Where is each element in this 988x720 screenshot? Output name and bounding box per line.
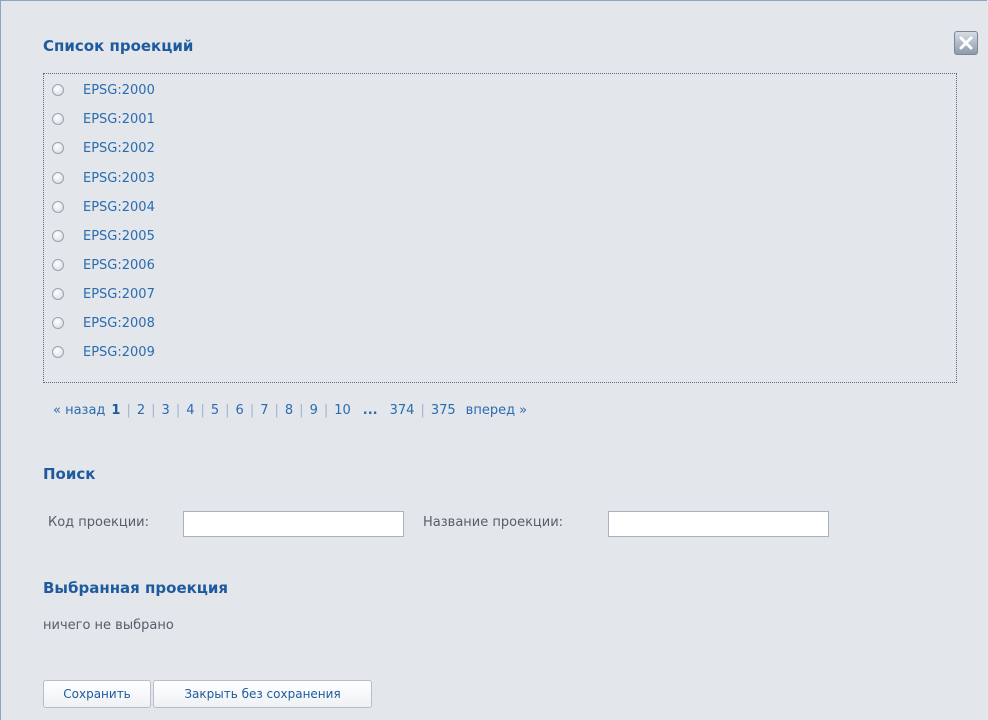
radio-button[interactable]	[52, 346, 64, 358]
page-link[interactable]: 5	[205, 403, 225, 418]
page-link[interactable]: 3	[156, 403, 176, 418]
selected-projection-title: Выбранная проекция	[43, 579, 229, 597]
radio-button[interactable]	[52, 230, 64, 242]
name-field[interactable]	[608, 511, 829, 537]
close-without-save-button[interactable]: Закрыть без сохранения	[153, 680, 372, 708]
list-item-label[interactable]: EPSG:2002	[83, 141, 155, 156]
close-icon	[959, 36, 973, 50]
page-link[interactable]: 10	[328, 403, 357, 418]
search-title: Поиск	[43, 465, 96, 483]
next-page-link[interactable]: вперед »	[462, 403, 527, 418]
prev-page-link[interactable]: « назад	[53, 403, 105, 418]
page-link[interactable]: 374	[384, 403, 421, 418]
list-item-label[interactable]: EPSG:2005	[83, 229, 155, 244]
code-field[interactable]	[183, 511, 404, 537]
list-item-label[interactable]: EPSG:2009	[83, 345, 155, 360]
pagination: « назад 1 | 2 | 3 | 4 | 5 | 6 | 7 | 8 | …	[53, 400, 527, 420]
radio-button[interactable]	[52, 259, 64, 271]
list-item[interactable]: EPSG:2002	[52, 137, 155, 159]
list-item-label[interactable]: EPSG:2001	[83, 112, 155, 127]
page-link[interactable]: 7	[254, 403, 274, 418]
projection-list-title: Список проекций	[43, 37, 194, 55]
list-item-label[interactable]: EPSG:2003	[83, 171, 155, 186]
page-link-current: 1	[111, 402, 121, 418]
list-item[interactable]: EPSG:2007	[52, 283, 155, 305]
projection-dialog: Список проекций EPSG:2000 EPSG:2001 EPSG…	[0, 0, 987, 720]
list-item[interactable]: EPSG:2003	[52, 167, 155, 189]
page-link[interactable]: 2	[131, 403, 151, 418]
radio-button[interactable]	[52, 172, 64, 184]
projection-list: EPSG:2000 EPSG:2001 EPSG:2002 EPSG:2003 …	[43, 73, 957, 383]
list-item[interactable]: EPSG:2001	[52, 108, 155, 130]
page-link[interactable]: 375	[425, 403, 462, 418]
list-item-label[interactable]: EPSG:2004	[83, 200, 155, 215]
list-item-label[interactable]: EPSG:2007	[83, 287, 155, 302]
name-field-label: Название проекции:	[423, 515, 564, 530]
radio-button[interactable]	[52, 84, 64, 96]
close-button[interactable]	[954, 31, 978, 55]
list-item[interactable]: EPSG:2006	[52, 254, 155, 276]
radio-button[interactable]	[52, 142, 64, 154]
selected-projection-value: ничего не выбрано	[43, 618, 174, 633]
list-item[interactable]: EPSG:2008	[52, 312, 155, 334]
radio-button[interactable]	[52, 201, 64, 213]
save-button[interactable]: Сохранить	[43, 680, 151, 708]
list-item-label[interactable]: EPSG:2000	[83, 83, 155, 98]
list-item[interactable]: EPSG:2009	[52, 341, 155, 363]
list-item-label[interactable]: EPSG:2006	[83, 258, 155, 273]
radio-button[interactable]	[52, 317, 64, 329]
list-item[interactable]: EPSG:2000	[52, 79, 155, 101]
code-field-label: Код проекции:	[48, 515, 149, 530]
page-link[interactable]: 9	[304, 403, 324, 418]
page-link[interactable]: 6	[230, 403, 250, 418]
list-item-label[interactable]: EPSG:2008	[83, 316, 155, 331]
radio-button[interactable]	[52, 288, 64, 300]
radio-button[interactable]	[52, 113, 64, 125]
page-link[interactable]: 8	[279, 403, 299, 418]
list-item[interactable]: EPSG:2004	[52, 196, 155, 218]
page-link[interactable]: 4	[180, 403, 200, 418]
list-item[interactable]: EPSG:2005	[52, 225, 155, 247]
page-ellipsis: ...	[362, 402, 378, 418]
